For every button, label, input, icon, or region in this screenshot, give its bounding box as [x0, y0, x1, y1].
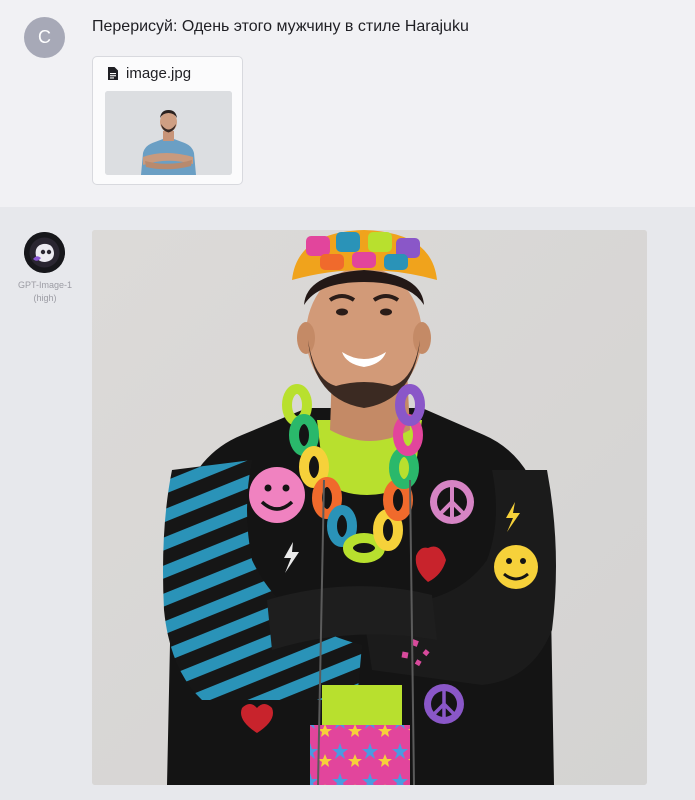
attachment-card[interactable]: image.jpg: [92, 56, 243, 185]
attachment-filename: image.jpg: [126, 65, 192, 82]
model-label: GPT-Image-1 (high): [6, 279, 84, 305]
robot-avatar-icon[interactable]: [24, 232, 65, 273]
smiley-patch-pink: [249, 467, 305, 523]
user-avatar[interactable]: C: [24, 17, 65, 58]
generated-image[interactable]: [92, 230, 647, 785]
bot-message-row: GPT-Image-1 (high): [0, 207, 695, 800]
user-message-row: C Перерисуй: Одень этого мужчину в стиле…: [0, 0, 695, 207]
user-avatar-initial: C: [38, 27, 51, 47]
attachment-header: image.jpg: [108, 65, 191, 82]
document-icon: [108, 67, 118, 80]
model-quality: (high): [33, 293, 57, 303]
attachment-thumbnail[interactable]: [105, 91, 232, 175]
user-prompt-text: Перерисуй: Одень этого мужчину в стиле H…: [92, 18, 469, 35]
model-name: GPT-Image-1: [17, 280, 73, 290]
